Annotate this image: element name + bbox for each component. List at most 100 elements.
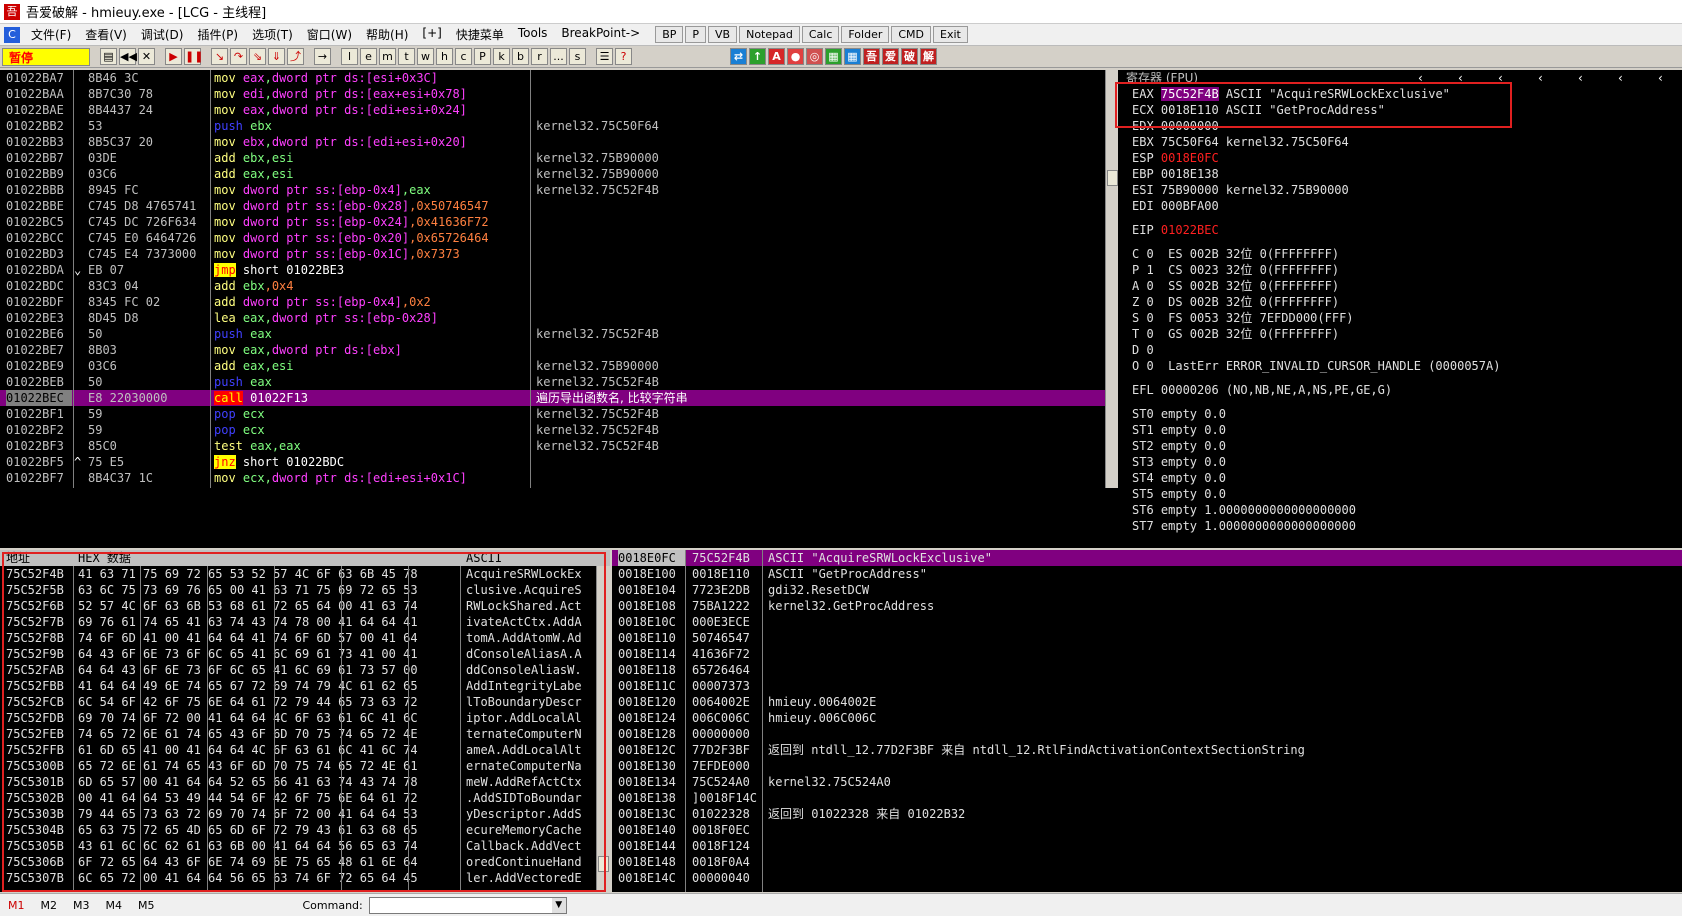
stack-row[interactable]: 0018E11C 00007373 [612, 678, 1682, 694]
disasm-row[interactable]: 01022BDF 8345 FC 02 add dword ptr ss:[ebp-… [0, 294, 1105, 310]
help-icon[interactable]: ? [615, 48, 632, 65]
menu-button-cmd[interactable]: CMD [891, 26, 932, 43]
dump-row[interactable]: 75C52F9B 64 43 6F 6E 73 6F 6C 65 41 6C 69… [0, 646, 610, 662]
dump-row[interactable]: 75C5302B 00 41 64 64 53 49 44 54 6F 42 6F… [0, 790, 610, 806]
register-line[interactable] [1118, 238, 1682, 246]
register-line[interactable]: EBP 0018E138 [1118, 166, 1682, 182]
plugin-icon-3[interactable]: A [768, 48, 785, 65]
stack-row[interactable]: 0018E118 65726464 [612, 662, 1682, 678]
register-line[interactable]: ESI 75B90000 kernel32.75B90000 [1118, 182, 1682, 198]
menu-item-5[interactable]: 窗口(W) [300, 26, 359, 43]
stack-row[interactable]: 0018E120 0064002E hmieuy.0064002E [612, 694, 1682, 710]
disasm-row[interactable]: 01022BBB 8945 FC mov dword ptr ss:[ebp-0x4… [0, 182, 1105, 198]
registers-pane[interactable]: 寄存器 (FPU) ‹ ‹ ‹ ‹ ‹ ‹ ‹ EAX 75C52F4B ASC… [1118, 70, 1682, 548]
register-line[interactable]: O 0 LastErr ERROR_INVALID_CURSOR_HANDLE … [1118, 358, 1682, 374]
stack-row[interactable]: 0018E100 0018E110 ASCII "GetProcAddress" [612, 566, 1682, 582]
menu-button-calc[interactable]: Calc [801, 26, 840, 43]
menu-item-8[interactable]: 快捷菜单 [449, 26, 511, 43]
list-icon[interactable]: ☰ [596, 48, 613, 65]
menu-item-10[interactable]: BreakPoint-> [554, 26, 647, 43]
register-line[interactable]: S 0 FS 0053 32位 7EFDD000(FFF) [1118, 310, 1682, 326]
disasm-row[interactable]: 01022BF5 ^ 75 E5 jnz short 01022BDC [0, 454, 1105, 470]
disasm-row[interactable]: 01022BEB 50 push eax kernel32.75C52F4B [0, 374, 1105, 390]
disasm-row[interactable]: 01022BE7 8B03 mov eax,dword ptr ds:[ebx] [0, 342, 1105, 358]
menu-button-vb[interactable]: VB [708, 26, 738, 43]
disasm-row[interactable]: 01022BDC 83C3 04 add ebx,0x4 [0, 278, 1105, 294]
dump-row[interactable]: 75C52FCB 6C 54 6F 42 6F 75 6E 64 61 72 79… [0, 694, 610, 710]
disasm-row[interactable]: 01022BB7 03DE add ebx,esi kernel32.75B90000 [0, 150, 1105, 166]
menu-item-7[interactable]: [+] [415, 26, 448, 43]
window-button-6[interactable]: c [455, 48, 472, 65]
menu-button-p[interactable]: P [685, 26, 707, 43]
execute-till-return-icon[interactable]: ⤴ [287, 48, 304, 65]
register-line[interactable]: ST2 empty 0.0 [1118, 438, 1682, 454]
stack-row[interactable]: 0018E124 006C006C hmieuy.006C006C [612, 710, 1682, 726]
stack-row[interactable]: 0018E12C 77D2F3BF 返回到 ntdll_12.77D2F3BF 来自… [612, 742, 1682, 758]
dump-row[interactable]: 75C52FAB 64 64 43 6F 6E 73 6F 6C 65 41 6C… [0, 662, 610, 678]
disasm-row[interactable]: 01022BF7 8B4C37 1C mov ecx,dword ptr ds:[e… [0, 470, 1105, 486]
goto-icon[interactable]: → [314, 48, 331, 65]
dump-row[interactable]: 75C52FEB 74 65 72 6E 61 74 65 43 6F 6D 70… [0, 726, 610, 742]
register-line[interactable]: EDI 000BFA00 [1118, 198, 1682, 214]
register-line[interactable]: ECX 0018E110 ASCII "GetProcAddress" [1118, 102, 1682, 118]
stack-row[interactable]: 0018E148 0018F0A4 [612, 854, 1682, 870]
disasm-row[interactable]: 01022BCC C745 E0 6464726 mov dword ptr ss:… [0, 230, 1105, 246]
register-line[interactable]: P 1 CS 0023 32位 0(FFFFFFFF) [1118, 262, 1682, 278]
stack-row[interactable]: 0018E108 75BA1222 kernel32.GetProcAddress [612, 598, 1682, 614]
window-button-12[interactable]: s [569, 48, 586, 65]
menu-item-1[interactable]: 查看(V) [78, 26, 134, 43]
register-line[interactable]: EIP 01022BEC [1118, 222, 1682, 238]
dump-row[interactable]: 75C52FBB 41 64 64 49 6E 74 65 67 72 69 74… [0, 678, 610, 694]
register-line[interactable] [1118, 374, 1682, 382]
dump-row[interactable]: 75C5301B 6D 65 57 00 41 64 64 52 65 66 41… [0, 774, 610, 790]
dump-row[interactable]: 75C5305B 43 61 6C 6C 62 61 63 6B 00 41 64… [0, 838, 610, 854]
menu-button-exit[interactable]: Exit [933, 26, 968, 43]
disasm-row[interactable]: 01022BEC E8 22030000 call 01022F13 遍历导出函数名,… [0, 390, 1105, 406]
step-into-icon[interactable]: ↘ [211, 48, 228, 65]
dump-row[interactable]: 75C5306B 6F 72 65 64 43 6F 6E 74 69 6E 75… [0, 854, 610, 870]
disasm-row[interactable]: 01022BA7 8B46 3C mov eax,dword ptr ds:[esi… [0, 70, 1105, 86]
window-button-1[interactable]: e [360, 48, 377, 65]
step-over-icon[interactable]: ↷ [230, 48, 247, 65]
stack-row[interactable]: 0018E10C 000E3ECE [612, 614, 1682, 630]
disasm-row[interactable]: 01022BF2 59 pop ecx kernel32.75C52F4B [0, 422, 1105, 438]
register-line[interactable] [1118, 398, 1682, 406]
stack-row[interactable]: 0018E128 00000000 [612, 726, 1682, 742]
register-line[interactable]: ST1 empty 0.0 [1118, 422, 1682, 438]
disasm-row[interactable]: 01022BE9 03C6 add eax,esi kernel32.75B90000 [0, 358, 1105, 374]
window-button-3[interactable]: t [398, 48, 415, 65]
window-button-5[interactable]: h [436, 48, 453, 65]
dump-row[interactable]: 75C52F8B 74 6F 6D 41 00 41 64 64 41 74 6F… [0, 630, 610, 646]
pause-icon[interactable]: ❚❚ [184, 48, 203, 65]
window-button-9[interactable]: b [512, 48, 529, 65]
menu-item-6[interactable]: 帮助(H) [359, 26, 415, 43]
memory-tab-m5[interactable]: M5 [130, 899, 163, 912]
window-button-4[interactable]: w [417, 48, 434, 65]
window-button-10[interactable]: r [531, 48, 548, 65]
window-button-0[interactable]: l [341, 48, 358, 65]
dump-row[interactable]: 75C5303B 79 44 65 73 63 72 69 70 74 6F 72… [0, 806, 610, 822]
stack-row[interactable]: 0018E104 7723E2DB gdi32.ResetDCW [612, 582, 1682, 598]
memory-tab-m2[interactable]: M2 [33, 899, 66, 912]
chevron-down-icon[interactable]: ▼ [551, 897, 566, 913]
rewind-icon[interactable]: ◀◀ [119, 48, 137, 65]
dump-row[interactable]: 75C5304B 65 63 75 72 65 4D 65 6D 6F 72 79… [0, 822, 610, 838]
stack-row[interactable]: 0018E110 50746547 [612, 630, 1682, 646]
memory-tab-m4[interactable]: M4 [98, 899, 131, 912]
menu-item-2[interactable]: 调试(D) [134, 26, 191, 43]
stack-row[interactable]: 0018E13C 01022328 返回到 01022328 来自 01022B32 [612, 806, 1682, 822]
disasm-row[interactable]: 01022BB2 53 push ebx kernel32.75C50F64 [0, 118, 1105, 134]
disasm-row[interactable]: 01022BC5 C745 DC 726F634 mov dword ptr ss:… [0, 214, 1105, 230]
plugin-icon-1[interactable]: ⇄ [730, 48, 747, 65]
register-line[interactable]: A 0 SS 002B 32位 0(FFFFFFFF) [1118, 278, 1682, 294]
register-line[interactable]: T 0 GS 002B 32位 0(FFFFFFFF) [1118, 326, 1682, 342]
register-line[interactable]: EFL 00000206 (NO,NB,NE,A,NS,PE,GE,G) [1118, 382, 1682, 398]
plugin-icon-10[interactable]: 破 [901, 48, 918, 65]
stack-row[interactable]: 0018E14C 00000040 [612, 870, 1682, 886]
menu-item-4[interactable]: 选项(T) [245, 26, 300, 43]
disasm-row[interactable]: 01022BAE 8B4437 24 mov eax,dword ptr ds:[e… [0, 102, 1105, 118]
disasm-row[interactable]: 01022BAA 8B7C30 78 mov edi,dword ptr ds:[e… [0, 86, 1105, 102]
register-line[interactable]: ST0 empty 0.0 [1118, 406, 1682, 422]
disasm-row[interactable]: 01022BB9 03C6 add eax,esi kernel32.75B90000 [0, 166, 1105, 182]
register-line[interactable]: D 0 [1118, 342, 1682, 358]
